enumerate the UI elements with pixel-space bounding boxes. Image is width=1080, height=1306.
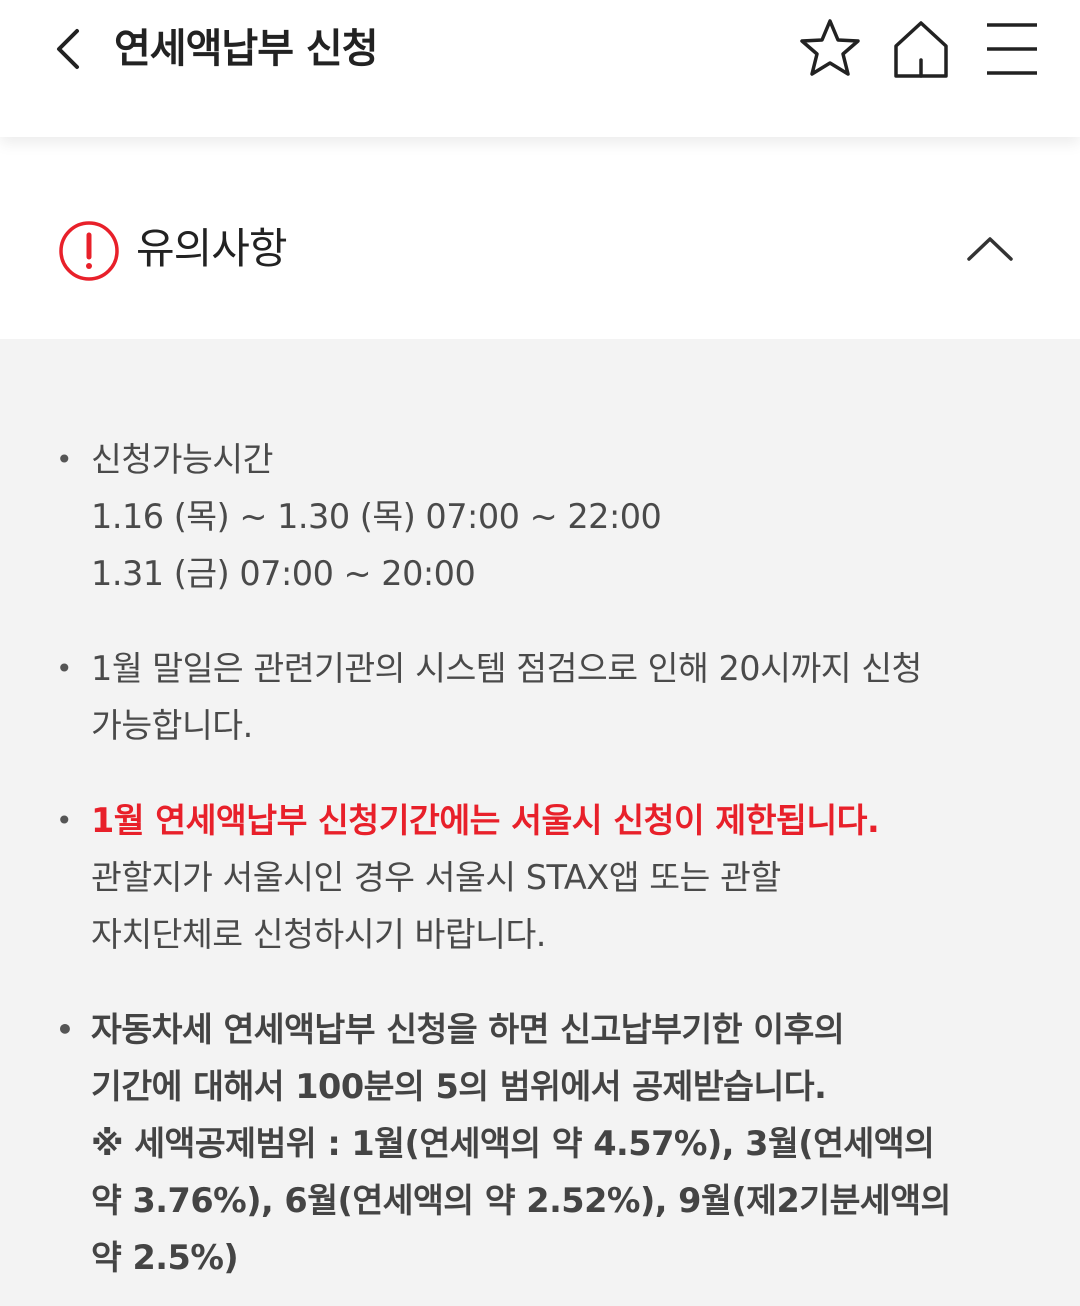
menu-button[interactable] — [979, 16, 1045, 82]
notice-text: 기간에 대해서 100분의 5의 범위에서 공제받습니다. — [91, 1067, 827, 1106]
home-button[interactable] — [888, 16, 954, 82]
notice-body: 신청가능시간 1.16 (목) ~ 1.30 (목) 07:00 ~ 22:00… — [0, 339, 1080, 1306]
notice-text: 1.16 (목) ~ 1.30 (목) 07:00 ~ 22:00 — [91, 497, 662, 536]
notice-highlight: 1월 연세액납부 신청기간에는 서울시 신청이 제한됩니다. — [91, 801, 880, 840]
notice-text: 약 3.76%), 6월(연세액의 약 2.52%), 9월(제2기분세액의 — [91, 1181, 951, 1220]
collapse-button[interactable] — [960, 223, 1020, 273]
notice-text: 1.31 (금) 07:00 ~ 20:00 — [91, 554, 476, 593]
notice-text: 관할지가 서울시인 경우 서울시 STAX앱 또는 관할 — [91, 858, 781, 897]
chevron-left-icon — [57, 29, 79, 69]
notice-text: 1월 말일은 관련기관의 시스템 점검으로 인해 20시까지 신청 — [91, 649, 922, 688]
alert-circle-icon — [59, 221, 119, 281]
notice-list: 신청가능시간 1.16 (목) ~ 1.30 (목) 07:00 ~ 22:00… — [0, 339, 1080, 1286]
notice-text: 자치단체로 신청하시기 바랍니다. — [91, 915, 546, 954]
list-item: 1월 연세액납부 신청기간에는 서울시 신청이 제한됩니다. 관할지가 서울시인… — [0, 792, 1080, 963]
notice-text: 가능합니다. — [91, 706, 253, 745]
notice-accordion-header[interactable]: 유의사항 — [0, 207, 1080, 287]
chevron-up-icon — [967, 237, 1013, 261]
notice-text: 약 2.5%) — [91, 1238, 239, 1277]
app-header: 연세액납부 신청 — [0, 0, 1080, 137]
notice-text: 신청가능시간 — [91, 440, 273, 479]
page-title: 연세액납부 신청 — [114, 26, 379, 72]
list-item: 1월 말일은 관련기관의 시스템 점검으로 인해 20시까지 신청 가능합니다. — [0, 640, 1080, 754]
notice-section: 유의사항 — [0, 137, 1080, 339]
list-item: 신청가능시간 1.16 (목) ~ 1.30 (목) 07:00 ~ 22:00… — [0, 431, 1080, 602]
notice-text: ※ 세액공제범위 : 1월(연세액의 약 4.57%), 3월(연세액의 — [91, 1124, 935, 1163]
notice-text: 자동차세 연세액납부 신청을 하면 신고납부기한 이후의 — [91, 1010, 845, 1049]
notice-title: 유의사항 — [136, 224, 288, 273]
favorite-button[interactable] — [797, 16, 863, 82]
star-icon — [800, 19, 860, 76]
menu-icon — [987, 23, 1037, 75]
back-button[interactable] — [46, 24, 90, 74]
list-item: 자동차세 연세액납부 신청을 하면 신고납부기한 이후의 기간에 대해서 100… — [0, 1001, 1080, 1286]
home-icon — [894, 21, 948, 78]
